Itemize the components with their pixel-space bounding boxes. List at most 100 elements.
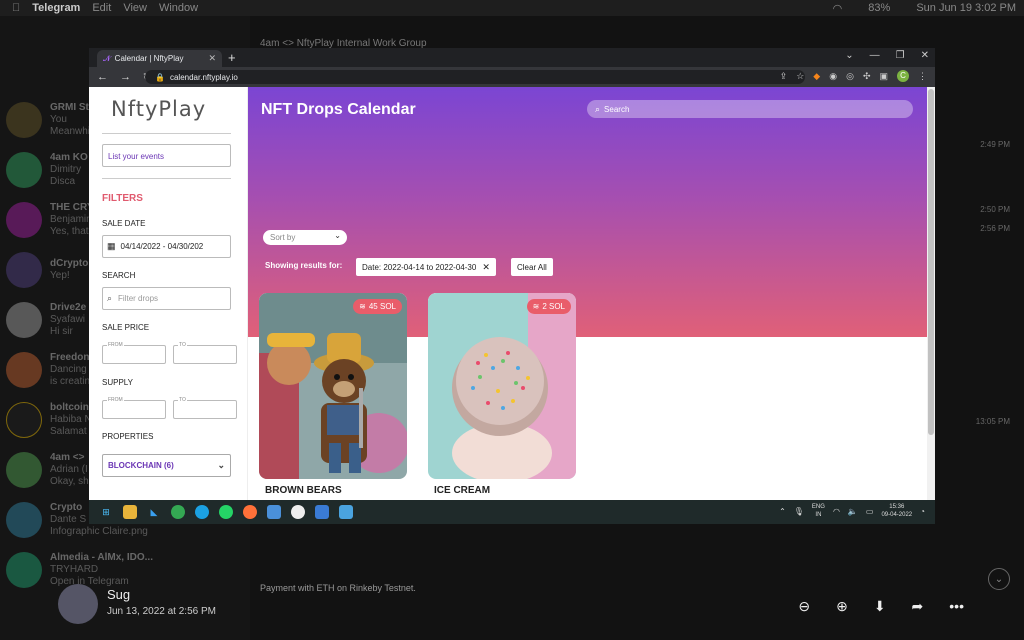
nftyplay-logo[interactable]: NftyPlay [111,97,206,121]
apple-icon[interactable]:  [12,2,20,14]
wifi-icon[interactable]: ◠ [833,2,843,15]
supply-from-input[interactable]: FROM [102,397,166,419]
close-tab-icon[interactable]: ✕ [208,53,216,64]
filters-heading: FILTERS [102,193,143,204]
chat-item[interactable]: Almedia - AlMx, IDO... TRYHARD Open in Tel… [6,550,246,590]
new-tab-icon[interactable]: + [228,50,236,65]
menu-app-telegram[interactable]: Telegram [32,2,80,14]
list-events-button[interactable]: List your events [102,144,231,167]
sale-price-label: SALE PRICE [102,323,150,332]
volume-icon[interactable]: 🔈 [848,507,858,516]
menu-dots-icon[interactable]: ⋮ [918,71,927,82]
clear-all-button[interactable]: Clear All [511,258,553,276]
zoom-out-icon[interactable]: ⊖ [798,598,810,615]
from-label: FROM [107,342,124,348]
chat-sender: Dimitry [50,164,82,175]
media-icon[interactable] [315,505,329,519]
nft-image-ice-cream[interactable]: ≋ 2 SOL [428,293,576,479]
price-badge: ≋ 2 SOL [526,299,571,314]
nft-card[interactable]: ≋ 2 SOL ICE CREAM [428,293,576,500]
chevron-down-icon[interactable]: ⌄ [845,50,853,61]
close-window-icon[interactable]: ✕ [921,50,929,61]
wifi-icon[interactable]: ◠ [833,507,840,516]
scrollbar-thumb[interactable] [928,89,934,435]
sidebar-icon[interactable]: ▣ [879,71,888,82]
chevron-down-icon[interactable]: ⌄ [988,568,1010,590]
language-indicator[interactable]: ENG IN [812,503,825,519]
message-time: 2:56 PM [980,224,1010,233]
chat-preview: Meanwhi [50,126,91,137]
forward-share-icon[interactable]: ➦ [912,598,924,615]
sort-by-label: Sort by [270,233,296,242]
firefox-icon[interactable] [243,505,257,519]
avatar [6,302,42,338]
sender-name: Sug [107,587,131,602]
back-icon[interactable]: ← [97,71,108,84]
filter-drops-input[interactable]: ⌕ Filter drops [102,287,231,310]
restore-icon[interactable]: ❐ [896,50,905,61]
chat-name: Drive2e [50,302,87,313]
more-options-icon[interactable]: ••• [949,598,964,615]
edge-icon[interactable] [195,505,209,519]
forward-icon[interactable]: → [120,71,131,84]
address-bar-row: ← → ↻ 🔒 calendar.nftyplay.io ⇪ ☆ ◆ ◉ ◎ ✣… [89,67,935,87]
date-filter-chip[interactable]: Date: 2022-04-14 to 2022-04-30 ✕ [356,258,496,276]
minimize-icon[interactable]: — [870,50,880,61]
photos-icon[interactable] [339,505,353,519]
menu-edit[interactable]: Edit [92,2,111,14]
price-from-input[interactable]: FROM [102,342,166,364]
url-bar[interactable]: 🔒 calendar.nftyplay.io [145,70,805,84]
sender-avatar[interactable] [58,584,98,624]
windows-start-icon[interactable]: ⊞ [99,505,113,519]
mac-menubar:  Telegram Edit View Window ◠ 83% Sun Ju… [0,0,1024,16]
chat-sender: TRYHARD [50,564,99,575]
notepad-icon[interactable] [267,505,281,519]
file-explorer-icon[interactable] [123,505,137,519]
chat-sender: Dancing [50,364,87,375]
share-icon[interactable]: ⇪ [780,71,788,82]
menu-window[interactable]: Window [159,2,198,14]
whatsapp-icon[interactable] [219,505,233,519]
price-badge: ≋ 45 SOL [353,299,402,314]
sale-date-input[interactable]: ▦ 04/14/2022 - 04/30/202 [102,235,231,258]
search-placeholder: Search [604,104,630,114]
chrome-icon[interactable] [171,505,185,519]
price-to-input[interactable]: TO [173,342,237,364]
nft-image-brown-bears[interactable]: ≋ 45 SOL [259,293,407,479]
remove-chip-icon[interactable]: ✕ [482,262,490,273]
blockchain-select[interactable]: BLOCKCHAIN (6) ⌄ [102,454,231,477]
taskbar-date: 09-04-2022 [881,512,913,518]
supply-to-input[interactable]: TO [173,397,237,419]
menu-view[interactable]: View [123,2,147,14]
divider [102,178,231,179]
extensions-puzzle-icon[interactable]: ✣ [863,71,871,82]
app-icon[interactable] [291,505,305,519]
chat-name: THE CRY [50,202,94,213]
to-label: TO [178,342,187,348]
notification-icon[interactable]: ◔ [920,507,925,516]
chat-preview: Disca [50,176,76,187]
battery-level[interactable]: 83% [868,2,890,15]
battery-icon[interactable]: ▭ [866,507,874,516]
bookmark-star-icon[interactable]: ☆ [796,71,804,82]
windows-taskbar: ⊞ ◣ ⌃ 🎙 ENG IN ◠ 🔈 ▭ 15:36 09-04-2022 ◔ [89,500,935,524]
download-icon[interactable]: ⬇ [874,598,886,615]
chevron-up-icon[interactable]: ⌃ [779,507,786,516]
nft-card[interactable]: ≋ 45 SOL BROWN BEARS [259,293,407,500]
avatar [6,502,42,538]
sort-by-select[interactable]: Sort by ⌄ [263,230,347,245]
extension-icon[interactable]: ◎ [846,71,854,82]
avatar [6,452,42,488]
page-scrollbar[interactable] [927,87,935,500]
avatar [6,152,42,188]
tab-calendar[interactable]: 𝓝 Calendar | NftyPlay ✕ [97,50,222,67]
profile-avatar[interactable]: C [897,70,909,82]
vscode-icon[interactable]: ◣ [147,505,161,519]
extension-icon[interactable]: ◉ [829,71,837,82]
taskbar-clock[interactable]: 15:36 09-04-2022 [881,503,912,519]
microphone-icon[interactable]: 🎙 [794,507,804,516]
metamask-icon[interactable]: ◆ [813,71,820,82]
zoom-in-icon[interactable]: ⊕ [836,598,848,615]
search-input[interactable]: ⌕ Search [587,100,913,118]
clock[interactable]: Sun Jun 19 3:02 PM [916,2,1016,15]
